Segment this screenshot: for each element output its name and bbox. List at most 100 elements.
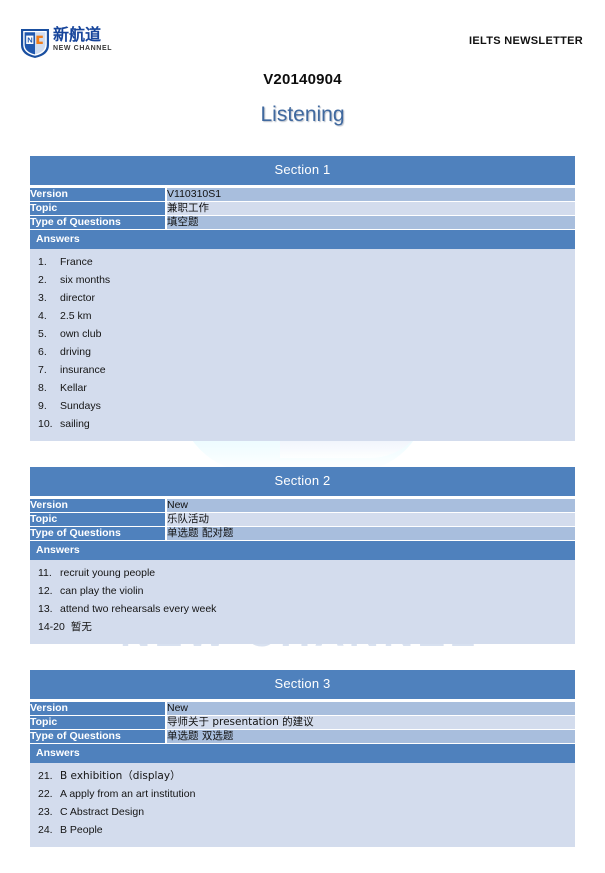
list-item: 5. own club xyxy=(30,325,575,343)
page-title: V20140904 xyxy=(263,71,342,88)
table-row: Type of Questions 单选题 配对题 xyxy=(30,526,575,541)
label-topic: Topic xyxy=(30,715,166,730)
answers-body: 11. recruit young people 12. can play the … xyxy=(30,560,575,644)
answer-text: A apply from an art institution xyxy=(60,787,196,800)
answer-number: 1. xyxy=(38,255,47,268)
section-block: Section 1 Version V110310S1 Topic 兼职工作 T… xyxy=(30,156,575,441)
value-type-of-questions: 填空题 xyxy=(165,215,575,230)
answer-text: 暂无 xyxy=(70,620,92,633)
list-item: 3. director xyxy=(30,289,575,307)
page-subtitle: Listening xyxy=(260,103,345,126)
answer-text: driving xyxy=(60,345,91,358)
value-topic: 乐队活动 xyxy=(165,512,575,527)
section-title: Section 2 xyxy=(30,467,575,496)
answer-number: 14-20 xyxy=(38,620,65,633)
answer-text: director xyxy=(60,291,96,304)
answer-number: 9. xyxy=(38,399,47,412)
list-item: 6. driving xyxy=(30,343,575,361)
label-topic: Topic xyxy=(30,512,166,527)
list-item: 13. attend two rehearsals every week xyxy=(30,600,575,618)
answer-number: 12. xyxy=(38,584,53,597)
answer-text: sailing xyxy=(60,417,90,430)
answer-number: 8. xyxy=(38,381,47,394)
list-item: 2. six months xyxy=(30,271,575,289)
table-row: Type of Questions 填空题 xyxy=(30,215,575,230)
list-item: 12. can play the violin xyxy=(30,582,575,600)
section-meta-table: Version New Topic 导师关于 presentation 的建议 … xyxy=(30,702,575,744)
brand-wordmark: 新航道 NEW CHANNEL xyxy=(53,25,113,53)
answers-body: 1. France 2. six months 3. director 4. 2.5 k… xyxy=(30,249,575,441)
answer-text: Sundays xyxy=(60,399,101,412)
section-block: Section 3 Version New Topic 导师关于 present… xyxy=(30,670,575,847)
answers-header: Answers xyxy=(30,541,575,560)
answer-text: insurance xyxy=(60,363,106,376)
list-item: 24. B People xyxy=(30,821,575,839)
section-block: Section 2 Version New Topic 乐队活动 Type of… xyxy=(30,467,575,644)
value-type-of-questions: 单选题 双选题 xyxy=(165,729,575,744)
label-version: Version xyxy=(30,188,166,202)
answer-number: 7. xyxy=(38,363,47,376)
section-meta-table: Version V110310S1 Topic 兼职工作 Type of Que… xyxy=(30,188,575,230)
label-version: Version xyxy=(30,499,166,513)
label-topic: Topic xyxy=(30,201,166,216)
answer-text: B People xyxy=(60,823,103,836)
answer-text: C Abstract Design xyxy=(60,805,145,818)
table-row: Version V110310S1 xyxy=(30,188,575,202)
list-item: 11. recruit young people xyxy=(30,564,575,582)
answer-text: own club xyxy=(60,327,102,340)
answer-number: 24. xyxy=(38,823,53,836)
label-type-of-questions: Type of Questions xyxy=(30,215,166,230)
shield-logo-icon: N xyxy=(21,29,49,58)
list-item: 4. 2.5 km xyxy=(30,307,575,325)
answer-text: six months xyxy=(60,273,111,286)
answer-number: 21. xyxy=(38,769,53,782)
page-header: N 新航道 NEW CHANNEL IELTS NEWSLETTER xyxy=(0,0,605,60)
value-topic: 兼职工作 xyxy=(165,201,575,216)
table-row: Version New xyxy=(30,702,575,716)
answer-text: 2.5 km xyxy=(60,309,92,322)
section-meta-table: Version New Topic 乐队活动 Type of Questions… xyxy=(30,499,575,541)
list-item: 10. sailing xyxy=(30,415,575,433)
answer-number: 10. xyxy=(38,417,53,430)
list-item: 23. C Abstract Design xyxy=(30,803,575,821)
value-version: New xyxy=(165,702,575,716)
list-item: 14-20 暂无 xyxy=(30,618,575,636)
list-item: 8. Kellar xyxy=(30,379,575,397)
sections-container: Section 1 Version V110310S1 Topic 兼职工作 T… xyxy=(30,156,575,873)
list-item: 21. B exhibition（display） xyxy=(30,767,575,785)
newsletter-label: IELTS NEWSLETTER xyxy=(469,35,583,47)
table-row: Topic 乐队活动 xyxy=(30,512,575,527)
table-row: Version New xyxy=(30,499,575,513)
brand-name-cn: 新航道 xyxy=(53,25,102,44)
answer-number: 6. xyxy=(38,345,47,358)
answer-text: Kellar xyxy=(60,381,87,394)
label-version: Version xyxy=(30,702,166,716)
answer-text: attend two rehearsals every week xyxy=(60,602,217,615)
answer-text: B exhibition（display） xyxy=(60,769,181,782)
brand-name-en: NEW CHANNEL xyxy=(53,45,113,52)
answer-number: 22. xyxy=(38,787,53,800)
answer-number: 3. xyxy=(38,291,47,304)
answer-number: 13. xyxy=(38,602,53,615)
table-row: Topic 兼职工作 xyxy=(30,201,575,216)
section-title: Section 1 xyxy=(30,156,575,185)
answer-number: 11. xyxy=(38,566,52,579)
answer-text: recruit young people xyxy=(60,566,156,579)
svg-text:N: N xyxy=(27,36,32,45)
answer-text: can play the violin xyxy=(60,584,144,597)
brand-logo: N 新航道 NEW CHANNEL xyxy=(20,27,112,59)
answers-header: Answers xyxy=(30,744,575,763)
answer-number: 23. xyxy=(38,805,53,818)
answer-text: France xyxy=(60,255,93,268)
table-row: Type of Questions 单选题 双选题 xyxy=(30,729,575,744)
table-row: Topic 导师关于 presentation 的建议 xyxy=(30,715,575,730)
value-topic: 导师关于 presentation 的建议 xyxy=(165,715,575,730)
section-title: Section 3 xyxy=(30,670,575,699)
value-version: New xyxy=(165,499,575,513)
answer-number: 5. xyxy=(38,327,47,340)
answers-header: Answers xyxy=(30,230,575,249)
value-version: V110310S1 xyxy=(165,188,575,202)
list-item: 22. A apply from an art institution xyxy=(30,785,575,803)
answers-body: 21. B exhibition（display） 22. A apply from… xyxy=(30,763,575,847)
list-item: 7. insurance xyxy=(30,361,575,379)
